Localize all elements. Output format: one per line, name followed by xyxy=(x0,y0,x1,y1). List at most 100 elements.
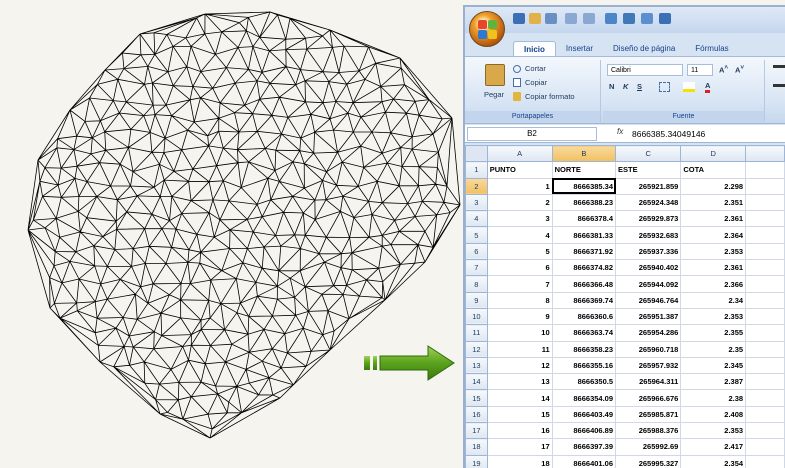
cell[interactable]: 265929.873 xyxy=(615,210,682,228)
formula-input[interactable]: 8666385.34049146 xyxy=(632,127,705,141)
cell[interactable]: 265957.932 xyxy=(615,356,682,375)
cell[interactable]: 2.38 xyxy=(680,389,747,407)
cell[interactable]: 265940.402 xyxy=(615,259,682,277)
shrink-font-icon[interactable]: A˅ xyxy=(735,64,744,75)
bold-icon[interactable]: N xyxy=(609,82,614,91)
cell[interactable]: 18 xyxy=(486,454,553,468)
cell[interactable] xyxy=(745,242,785,261)
cell[interactable]: 8 xyxy=(486,291,553,309)
cell[interactable]: 265954.286 xyxy=(615,324,682,342)
cell[interactable]: 265946.764 xyxy=(615,291,682,309)
cell[interactable]: 3 xyxy=(486,210,553,228)
cell[interactable]: 8666403.49 xyxy=(551,405,617,424)
cell[interactable]: 2.417 xyxy=(680,438,747,456)
align-icon[interactable] xyxy=(773,84,785,87)
cell[interactable]: 265985.871 xyxy=(615,405,682,424)
cell[interactable]: 2 xyxy=(486,193,553,212)
cell[interactable]: 8666381.33 xyxy=(551,226,617,244)
cell[interactable] xyxy=(745,389,785,407)
cell[interactable] xyxy=(745,291,785,309)
column-header-next[interactable] xyxy=(745,144,785,163)
format-painter-button[interactable]: Copiar formato xyxy=(525,92,575,101)
cell[interactable]: 12 xyxy=(486,356,553,375)
cell[interactable] xyxy=(745,356,785,375)
chart-icon[interactable] xyxy=(605,13,617,24)
align-icon[interactable] xyxy=(773,65,785,68)
cell[interactable]: 2.35 xyxy=(680,340,747,358)
cell[interactable]: 8666369.74 xyxy=(551,291,617,309)
row-header[interactable]: 7 xyxy=(465,259,488,277)
cell[interactable]: 14 xyxy=(486,389,553,407)
cell[interactable]: 8666354.09 xyxy=(551,389,617,407)
print-icon[interactable] xyxy=(545,13,557,24)
cell[interactable] xyxy=(745,259,785,277)
cell[interactable]: 8666388.23 xyxy=(551,193,617,212)
cell[interactable]: 15 xyxy=(486,405,553,424)
cell[interactable]: 10 xyxy=(486,324,553,342)
cell[interactable]: 2.408 xyxy=(680,405,747,424)
cell[interactable]: 8666355.16 xyxy=(551,356,617,375)
cell[interactable]: 265964.311 xyxy=(615,373,682,391)
tab-diseno-pagina[interactable]: Diseño de página xyxy=(603,41,685,57)
cell[interactable]: 265966.676 xyxy=(615,389,682,407)
cell[interactable]: 8666363.74 xyxy=(551,324,617,342)
select-all-corner[interactable] xyxy=(465,144,488,163)
cut-button[interactable]: Cortar xyxy=(525,64,546,73)
row-header[interactable]: 3 xyxy=(465,193,488,212)
copy-button[interactable]: Copiar xyxy=(525,78,547,87)
cell[interactable]: 8666371.92 xyxy=(551,242,617,261)
cell[interactable] xyxy=(745,405,785,424)
cell[interactable] xyxy=(745,226,785,244)
cell[interactable]: 1 xyxy=(486,177,553,195)
redo-icon[interactable] xyxy=(583,13,595,24)
cell[interactable]: 7 xyxy=(486,275,553,293)
cell[interactable]: 4 xyxy=(486,226,553,244)
column-header-b[interactable]: B xyxy=(551,144,617,163)
row-header[interactable]: 6 xyxy=(465,242,488,261)
underline-icon[interactable]: S xyxy=(637,82,642,91)
save-icon[interactable] xyxy=(513,13,525,24)
cell[interactable] xyxy=(745,307,785,326)
row-header[interactable]: 14 xyxy=(465,373,488,391)
row-header[interactable]: 8 xyxy=(465,275,488,293)
tab-insertar[interactable]: Insertar xyxy=(556,41,603,57)
cell[interactable]: 8666360.6 xyxy=(551,307,617,326)
cell[interactable] xyxy=(745,373,785,391)
cell[interactable]: 2.354 xyxy=(680,454,747,468)
cell[interactable] xyxy=(745,454,785,468)
cell[interactable] xyxy=(745,210,785,228)
tab-formulas[interactable]: Fórmulas xyxy=(685,41,738,57)
font-size-select[interactable]: 11 xyxy=(687,64,713,76)
fx-icon[interactable]: fx xyxy=(617,127,623,136)
cell[interactable]: 265988.376 xyxy=(615,422,682,440)
cell[interactable]: 2.345 xyxy=(680,356,747,375)
row-header[interactable]: 15 xyxy=(465,389,488,407)
row-header[interactable]: 1 xyxy=(465,161,488,179)
cell[interactable]: 6 xyxy=(486,259,553,277)
cell[interactable]: NORTE xyxy=(551,161,617,179)
cell[interactable]: COTA xyxy=(680,161,747,179)
format-icon[interactable] xyxy=(659,13,671,24)
cell[interactable]: 2.361 xyxy=(680,259,747,277)
cell[interactable]: 2.298 xyxy=(680,177,747,195)
cell[interactable]: 13 xyxy=(486,373,553,391)
cell[interactable] xyxy=(745,324,785,342)
cell[interactable]: 17 xyxy=(486,438,553,456)
row-header[interactable]: 16 xyxy=(465,405,488,424)
cell[interactable]: 265932.683 xyxy=(615,226,682,244)
cell[interactable]: 8666374.82 xyxy=(551,259,617,277)
tab-inicio[interactable]: Inicio xyxy=(513,41,556,57)
row-header[interactable]: 18 xyxy=(465,438,488,456)
office-button[interactable] xyxy=(469,11,505,47)
cell[interactable]: 5 xyxy=(486,242,553,261)
column-header-c[interactable]: C xyxy=(615,144,682,163)
row-header[interactable]: 11 xyxy=(465,324,488,342)
cell[interactable] xyxy=(745,275,785,293)
cell[interactable]: 265921.859 xyxy=(615,177,682,195)
cell[interactable]: 2.387 xyxy=(680,373,747,391)
row-header[interactable]: 2 xyxy=(465,177,488,195)
cell[interactable]: 265992.69 xyxy=(615,438,682,456)
cell[interactable] xyxy=(745,177,785,195)
undo-icon[interactable] xyxy=(565,13,577,24)
folder-icon[interactable] xyxy=(529,13,541,24)
